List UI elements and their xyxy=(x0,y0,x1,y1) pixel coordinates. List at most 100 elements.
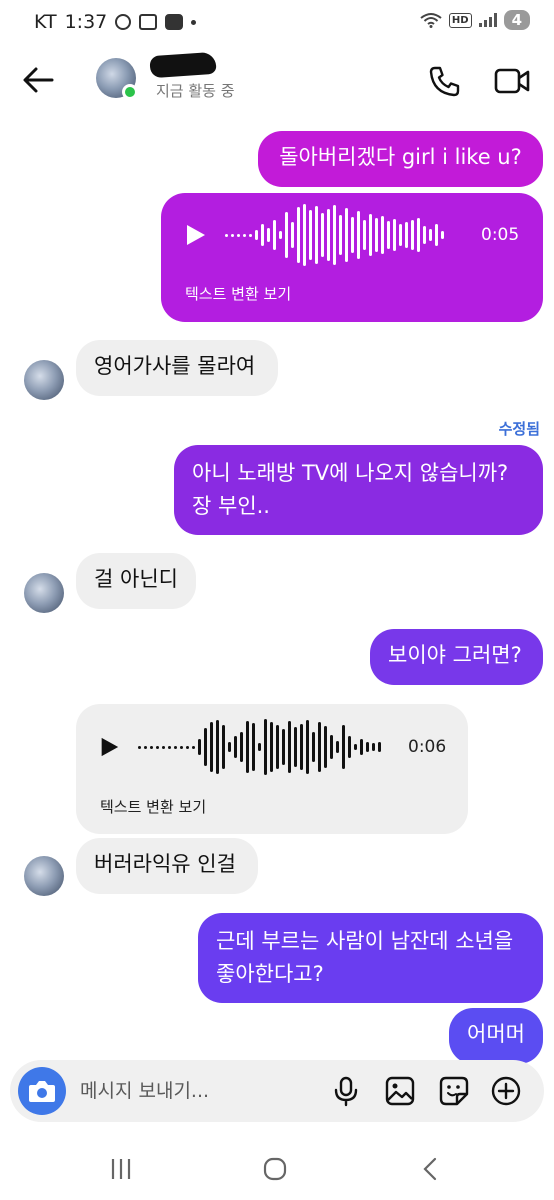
message-text: 영어가사를 몰라여 xyxy=(94,354,256,378)
carrier-label: KT xyxy=(34,11,57,33)
voice-duration: 0:05 xyxy=(481,225,520,245)
waveform-bar xyxy=(267,228,270,242)
waveform-bar xyxy=(381,216,384,254)
view-transcript-link[interactable]: 텍스트 변환 보기 xyxy=(185,283,291,304)
gallery-icon[interactable] xyxy=(384,1075,416,1107)
outgoing-message[interactable]: 돌아버리겠다 girl i like u? xyxy=(258,131,543,187)
sender-avatar[interactable] xyxy=(24,360,64,400)
waveform-bar xyxy=(282,729,285,765)
waveform-bar xyxy=(342,725,345,769)
waveform-bar xyxy=(360,739,363,755)
waveform-bar xyxy=(222,725,225,769)
waveform-bar xyxy=(216,720,219,774)
waveform-bar xyxy=(354,744,357,750)
message-text-line: 근데 부르는 사람이 남잔데 소년을 xyxy=(216,929,514,953)
chat-header: 지금 활동 중 xyxy=(0,46,554,116)
back-nav-icon[interactable] xyxy=(416,1156,446,1182)
camera-button[interactable] xyxy=(18,1067,66,1115)
message-text-line: 아니 노래방 TV에 나오지 않습니까? xyxy=(192,461,509,485)
waveform-bar xyxy=(351,217,354,253)
waveform-bar xyxy=(204,728,207,766)
message-text-line: 좋아한다고? xyxy=(216,962,324,986)
clock: 1:37 xyxy=(64,11,108,33)
system-navigation-bar xyxy=(0,1138,554,1200)
play-icon[interactable] xyxy=(183,223,207,247)
waveform-bar xyxy=(288,721,291,773)
redacted-contact-name[interactable] xyxy=(149,51,217,79)
view-transcript-link[interactable]: 텍스트 변환 보기 xyxy=(100,796,206,817)
voice-waveform[interactable] xyxy=(138,716,381,778)
plus-icon[interactable] xyxy=(490,1075,522,1107)
waveform-bar xyxy=(429,229,432,241)
waveform-bar xyxy=(339,215,342,255)
waveform-bar xyxy=(336,741,339,753)
wifi-icon xyxy=(420,13,442,28)
waveform-bar xyxy=(423,226,426,244)
sender-avatar[interactable] xyxy=(24,573,64,613)
waveform-bar xyxy=(198,739,201,755)
waveform-bar xyxy=(174,745,177,749)
voice-duration: 0:06 xyxy=(408,737,447,757)
outgoing-message[interactable]: 근데 부르는 사람이 남잔데 소년을 좋아한다고? xyxy=(198,913,543,1003)
waveform-bar xyxy=(309,210,312,260)
sticker-icon[interactable] xyxy=(438,1075,470,1107)
waveform-bar xyxy=(192,745,195,749)
message-input[interactable] xyxy=(80,1076,320,1106)
recent-apps-icon[interactable] xyxy=(106,1156,136,1182)
home-icon[interactable] xyxy=(260,1156,290,1182)
waveform-bar xyxy=(246,721,249,773)
waveform-bar xyxy=(399,224,402,246)
waveform-bar xyxy=(237,233,240,237)
waveform-bar xyxy=(324,726,327,768)
waveform-bar xyxy=(435,224,438,246)
waveform-bar xyxy=(372,743,375,751)
waveform-bar xyxy=(348,736,351,758)
waveform-bar xyxy=(186,745,189,749)
voice-waveform[interactable] xyxy=(225,203,444,267)
waveform-bar xyxy=(210,722,213,772)
waveform-bar xyxy=(234,736,237,758)
edited-label: 수정됨 xyxy=(498,420,540,438)
incoming-message[interactable]: 걸 아닌디 xyxy=(76,553,196,609)
waveform-bar xyxy=(168,745,171,749)
video-camera-icon[interactable] xyxy=(494,64,530,98)
outgoing-message[interactable]: 보이야 그러면? xyxy=(370,629,543,685)
waveform-bar xyxy=(285,212,288,258)
back-arrow-icon[interactable] xyxy=(18,60,58,100)
sender-avatar[interactable] xyxy=(24,856,64,896)
outgoing-voice-message[interactable]: 0:05 텍스트 변환 보기 xyxy=(161,193,543,322)
waveform-bar xyxy=(228,742,231,752)
waveform-bar xyxy=(330,735,333,759)
incoming-voice-message[interactable]: 0:06 텍스트 변환 보기 xyxy=(76,704,468,834)
waveform-bar xyxy=(363,220,366,250)
waveform-bar xyxy=(144,745,147,749)
waveform-bar xyxy=(240,732,243,762)
status-left: KT 1:37 xyxy=(34,11,197,33)
waveform-bar xyxy=(255,230,258,240)
waveform-bar xyxy=(303,204,306,266)
outgoing-message[interactable]: 아니 노래방 TV에 나오지 않습니까? 장 부인.. xyxy=(174,445,543,535)
waveform-bar xyxy=(405,222,408,248)
play-icon[interactable] xyxy=(98,736,120,758)
message-text: 버러라익유 인걸 xyxy=(94,852,236,876)
battery-indicator: 4 xyxy=(503,10,530,30)
waveform-bar xyxy=(318,722,321,772)
waveform-bar xyxy=(369,214,372,256)
incoming-message[interactable]: 영어가사를 몰라여 xyxy=(76,340,278,396)
waveform-bar xyxy=(327,209,330,261)
waveform-bar xyxy=(270,722,273,772)
waveform-bar xyxy=(375,218,378,252)
incoming-message[interactable]: 버러라익유 인걸 xyxy=(76,838,258,894)
more-notifications-dot xyxy=(191,19,197,25)
waveform-bar xyxy=(441,231,444,239)
microphone-icon[interactable] xyxy=(330,1075,362,1107)
waveform-bar xyxy=(297,207,300,263)
waveform-bar xyxy=(315,206,318,264)
waveform-bar xyxy=(357,211,360,259)
waveform-bar xyxy=(180,745,183,749)
waveform-bar xyxy=(261,224,264,246)
waveform-bar xyxy=(150,745,153,749)
message-text: 보이야 그러면? xyxy=(388,643,522,667)
phone-icon[interactable] xyxy=(428,64,462,98)
outgoing-message[interactable]: 어머머 xyxy=(449,1008,543,1064)
